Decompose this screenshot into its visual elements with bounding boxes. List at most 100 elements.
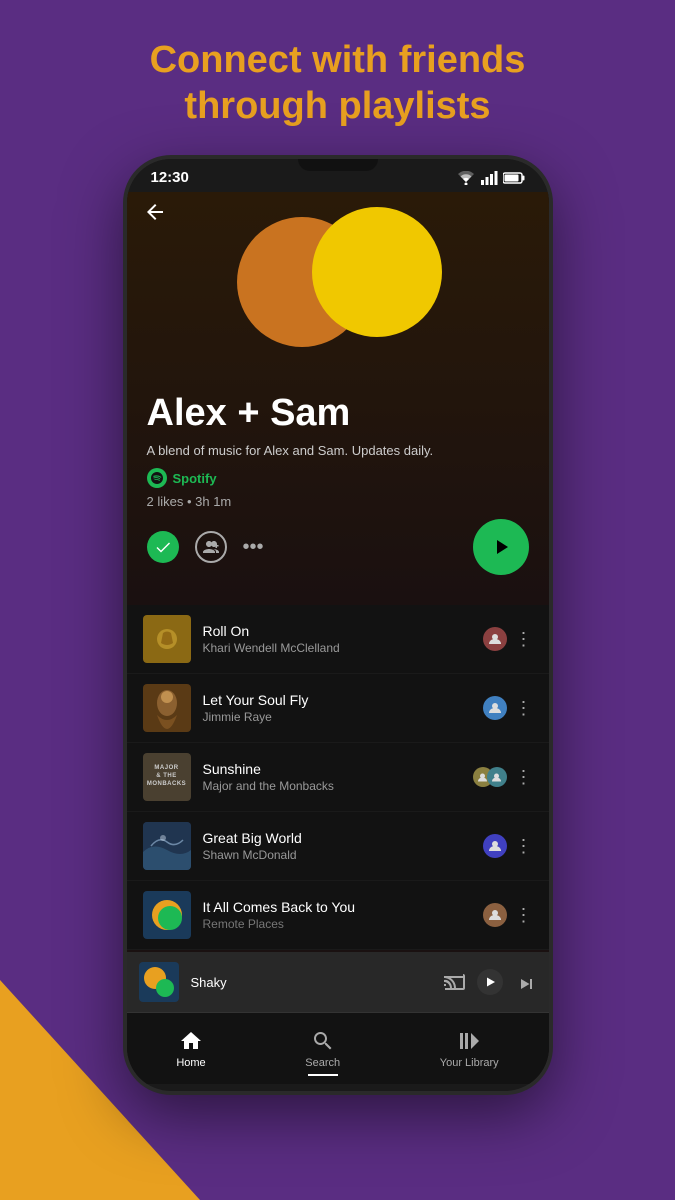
next-track-icon[interactable] <box>515 971 537 993</box>
home-icon <box>179 1029 203 1053</box>
spotify-branding: Spotify <box>127 468 549 494</box>
track-artwork-3: MAJOR& THEMONBACKS <box>143 753 191 801</box>
track-artist-3: Major and the Monbacks <box>203 779 461 793</box>
spotify-logo <box>147 468 167 488</box>
soul-fly-art <box>148 687 186 729</box>
spotify-creator-name: Spotify <box>173 471 217 486</box>
user-avatar-2 <box>483 696 507 720</box>
more-options-button[interactable]: ••• <box>243 536 264 559</box>
track-actions-5: ⋮ <box>483 903 533 927</box>
user-avatar-1 <box>483 627 507 651</box>
track-artwork-5 <box>143 891 191 939</box>
user-avatar-4 <box>483 834 507 858</box>
track-actions-4: ⋮ <box>483 834 533 858</box>
spotify-icon <box>151 472 163 484</box>
library-icon <box>457 1029 481 1053</box>
playlist-description: A blend of music for Alex and Sam. Updat… <box>127 443 549 468</box>
track-more-3[interactable]: ⋮ <box>515 767 533 788</box>
track-artist-2: Jimmie Raye <box>203 710 471 724</box>
back-button[interactable] <box>143 200 167 230</box>
bottom-navigation: Home Search Your Li <box>127 1012 549 1084</box>
avatar-face-icon <box>491 772 502 783</box>
table-row[interactable]: Great Big World Shawn McDonald ⋮ <box>127 812 549 881</box>
status-time: 12:30 <box>151 169 189 186</box>
track-more-5[interactable]: ⋮ <box>515 905 533 926</box>
nav-library-label: Your Library <box>440 1057 499 1069</box>
now-playing-info: Shaky <box>191 975 431 990</box>
play-icon <box>489 535 513 559</box>
cast-icon[interactable] <box>443 973 465 991</box>
status-icons <box>457 171 525 185</box>
nav-home-label: Home <box>176 1057 205 1069</box>
playlist-header: Alex + Sam A blend of music for Alex and… <box>127 192 549 605</box>
avatar-face-icon <box>488 908 502 922</box>
save-button[interactable] <box>147 531 179 563</box>
track-info-2: Let Your Soul Fly Jimmie Raye <box>203 692 471 724</box>
now-playing-title: Shaky <box>191 975 431 990</box>
track-info-1: Roll On Khari Wendell McClelland <box>203 623 471 655</box>
dual-avatars <box>473 767 507 787</box>
track-info-4: Great Big World Shawn McDonald <box>203 830 471 862</box>
circle-yellow <box>312 207 442 337</box>
play-button[interactable] <box>473 519 529 575</box>
roll-on-art <box>153 625 181 653</box>
playlist-actions: ••• <box>127 519 549 585</box>
battery-icon <box>503 172 525 184</box>
notch <box>298 159 378 171</box>
now-playing-bar[interactable]: Shaky <box>127 952 549 1012</box>
track-actions-1: ⋮ <box>483 627 533 651</box>
headline: Connect with friends through playlists <box>0 0 675 159</box>
table-row[interactable]: Roll On Khari Wendell McClelland ⋮ <box>127 605 549 674</box>
track-artist-1: Khari Wendell McClelland <box>203 641 471 655</box>
track-more-4[interactable]: ⋮ <box>515 836 533 857</box>
avatar-face-icon <box>488 839 502 853</box>
track-more-2[interactable]: ⋮ <box>515 698 533 719</box>
track-name-5: It All Comes Back to You <box>203 899 471 915</box>
avatar-face-icon <box>488 701 502 715</box>
track-name-4: Great Big World <box>203 830 471 846</box>
track-artwork-2 <box>143 684 191 732</box>
avatar-face-icon <box>488 632 502 646</box>
track-name-3: Sunshine <box>203 761 461 777</box>
app-content: Alex + Sam A blend of music for Alex and… <box>127 192 549 1084</box>
phone-frame: 12:30 <box>123 155 553 1095</box>
user-avatar-5 <box>483 903 507 927</box>
track-info-5: It All Comes Back to You Remote Places <box>203 899 471 931</box>
track-info-3: Sunshine Major and the Monbacks <box>203 761 461 793</box>
table-row[interactable]: It All Comes Back to You Remote Places ⋮ <box>127 881 549 950</box>
track-actions-3: ⋮ <box>473 767 533 788</box>
playlist-meta: 2 likes • 3h 1m <box>127 494 549 519</box>
playlist-title: Alex + Sam <box>127 392 549 443</box>
search-active-indicator <box>308 1074 338 1076</box>
now-playing-artwork <box>139 962 179 1002</box>
actions-left: ••• <box>147 531 264 563</box>
track-name-1: Roll On <box>203 623 471 639</box>
table-row[interactable]: MAJOR& THEMONBACKS Sunshine Major and th… <box>127 743 549 812</box>
wifi-icon <box>457 171 475 185</box>
page-background: Connect with friends through playlists 1… <box>0 0 675 1200</box>
track-artwork-1 <box>143 615 191 663</box>
now-playing-controls <box>443 969 537 995</box>
search-icon <box>311 1029 335 1053</box>
add-friend-button[interactable] <box>195 531 227 563</box>
signal-icon <box>480 171 498 185</box>
sunshine-art-text: MAJOR& THEMONBACKS <box>147 765 186 788</box>
great-big-world-art <box>143 822 191 870</box>
add-person-icon <box>203 540 219 554</box>
user-avatar-3b <box>487 767 507 787</box>
track-list: Roll On Khari Wendell McClelland ⋮ <box>127 605 549 950</box>
playlist-artwork <box>127 192 549 392</box>
check-icon <box>155 539 171 555</box>
table-row[interactable]: Let Your Soul Fly Jimmie Raye ⋮ <box>127 674 549 743</box>
nav-search-label: Search <box>305 1057 340 1069</box>
track-actions-2: ⋮ <box>483 696 533 720</box>
nav-library[interactable]: Your Library <box>424 1021 515 1077</box>
track-more-1[interactable]: ⋮ <box>515 629 533 650</box>
track-name-2: Let Your Soul Fly <box>203 692 471 708</box>
nav-home[interactable]: Home <box>160 1021 221 1077</box>
track-artist-4: Shawn McDonald <box>203 848 471 862</box>
track-artwork-4 <box>143 822 191 870</box>
mini-play-icon[interactable] <box>477 969 503 995</box>
nav-search[interactable]: Search <box>289 1021 356 1077</box>
track-artist-5: Remote Places <box>203 917 471 931</box>
